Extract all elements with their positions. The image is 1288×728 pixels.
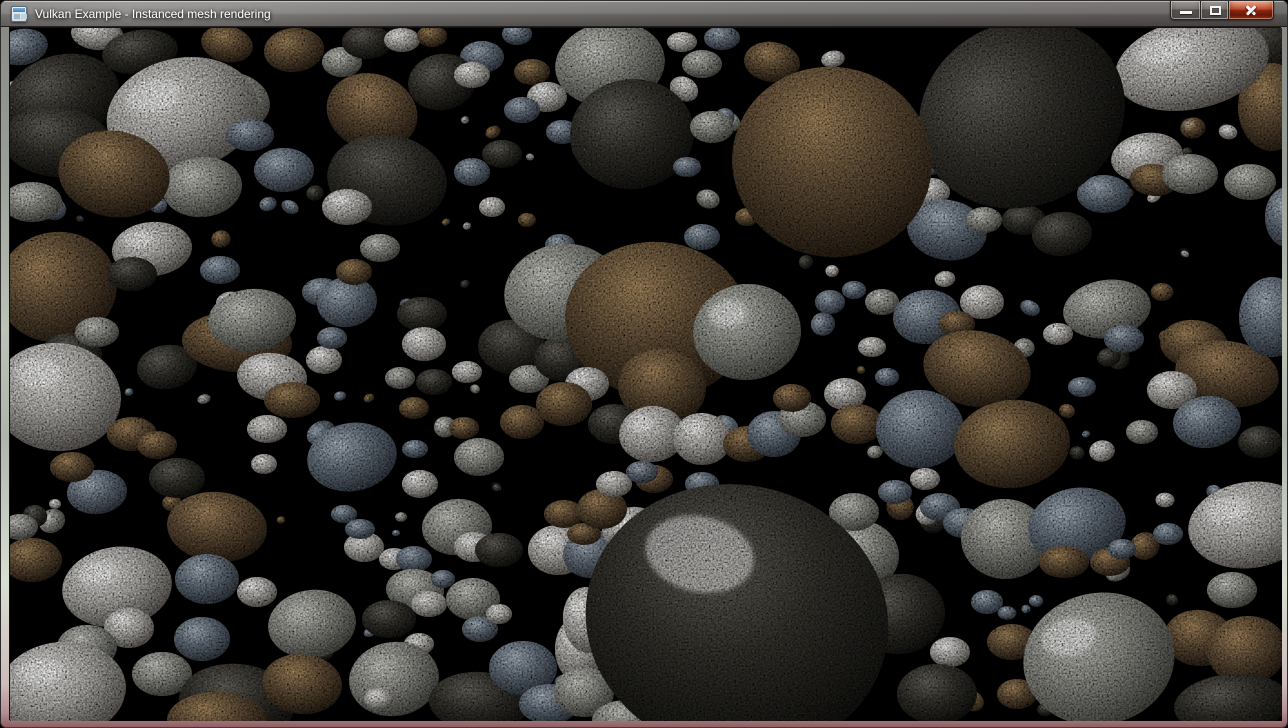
rock: [1043, 323, 1073, 345]
rock: [402, 327, 446, 361]
window-title: Vulkan Example - Instanced mesh renderin…: [35, 7, 271, 21]
rock: [385, 367, 415, 389]
titlebar[interactable]: Vulkan Example - Instanced mesh renderin…: [1, 1, 1287, 27]
maximize-icon: [1210, 6, 1221, 15]
rock: [449, 417, 479, 439]
rock: [626, 461, 658, 483]
rock: [411, 591, 447, 617]
rock: [107, 257, 157, 291]
render-viewport[interactable]: [9, 27, 1281, 720]
rock: [865, 289, 899, 315]
rock: [175, 554, 239, 604]
rock: [930, 637, 970, 667]
rock: [858, 337, 886, 357]
rock: [878, 480, 912, 504]
rock: [876, 390, 964, 468]
rock: [514, 59, 550, 85]
rock: [1224, 164, 1276, 200]
rock: [397, 297, 447, 331]
rock: [1029, 595, 1043, 607]
rock: [362, 600, 416, 638]
rock: [518, 213, 536, 227]
rock: [306, 346, 342, 374]
rock: [75, 317, 119, 347]
rock: [486, 604, 512, 624]
rock: [1153, 523, 1183, 545]
rock: [364, 688, 394, 710]
rock: [966, 207, 1002, 233]
rock: [50, 452, 94, 482]
rock: [690, 111, 734, 143]
maximize-button[interactable]: [1200, 1, 1228, 20]
rock: [149, 458, 205, 498]
rock: [479, 197, 505, 217]
caption-buttons: [1170, 1, 1274, 20]
rock-field-scene: [10, 28, 1282, 721]
rock: [454, 158, 490, 186]
rock: [264, 382, 320, 418]
rock: [226, 119, 274, 151]
rock: [452, 361, 482, 383]
rock: [482, 140, 522, 168]
rock: [431, 570, 455, 588]
rock: [667, 32, 697, 52]
rock: [137, 431, 177, 459]
rock: [475, 533, 523, 567]
rock: [1039, 546, 1089, 578]
rock: [682, 50, 722, 78]
rock: [200, 256, 240, 284]
rock: [336, 259, 372, 285]
rock: [773, 384, 811, 412]
rock: [842, 281, 866, 299]
rock: [684, 224, 720, 250]
rock: [504, 97, 540, 123]
rock: [454, 438, 504, 476]
rock: [971, 590, 1003, 614]
rock: [402, 470, 438, 498]
minimize-icon: [1180, 11, 1192, 14]
rock: [875, 368, 899, 386]
rock: [454, 62, 490, 88]
rock: [1238, 426, 1282, 458]
rock: [317, 327, 347, 349]
rock: [237, 577, 277, 607]
minimize-button[interactable]: [1170, 1, 1200, 20]
rock: [815, 290, 845, 314]
rock: [910, 468, 940, 490]
rock: [536, 382, 592, 426]
rock: [251, 454, 277, 474]
rock: [254, 148, 314, 192]
rock: [1207, 572, 1257, 608]
rock: [1104, 325, 1144, 353]
rock: [360, 234, 400, 262]
rock: [322, 189, 372, 225]
rock: [1108, 539, 1136, 559]
rock: [1126, 420, 1158, 444]
rock: [247, 415, 287, 443]
rock: [384, 28, 420, 52]
rock: [831, 404, 883, 444]
rock: [1162, 154, 1218, 194]
rock: [396, 546, 432, 572]
close-button[interactable]: [1228, 1, 1274, 20]
rock: [399, 397, 429, 419]
rock: [174, 617, 230, 661]
rock: [402, 440, 428, 458]
application-icon: [11, 6, 27, 22]
app-window: Vulkan Example - Instanced mesh renderin…: [0, 0, 1288, 728]
rock: [416, 369, 452, 395]
rock: [345, 519, 375, 539]
rock: [673, 157, 701, 177]
close-icon: [1244, 3, 1258, 17]
rock: [1068, 377, 1096, 397]
